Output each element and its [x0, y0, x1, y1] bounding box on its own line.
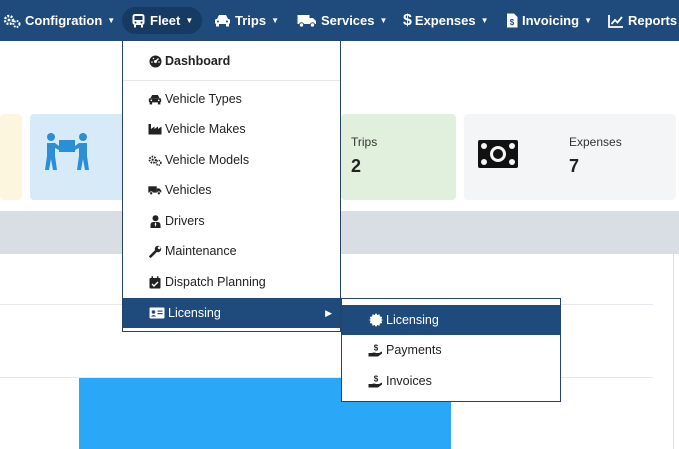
- hand-holding-usd-icon: $: [368, 375, 383, 388]
- car-icon: [148, 94, 162, 105]
- menu-item-label: Dashboard: [165, 54, 231, 68]
- id-card-icon: [148, 307, 165, 319]
- svg-text:$: $: [510, 18, 515, 27]
- dollar-icon: $: [403, 11, 412, 29]
- people-carry-icon: [44, 132, 90, 177]
- truck-icon: [297, 14, 317, 28]
- menu-item-label: Vehicle Makes: [165, 122, 246, 136]
- submenu-item-payments[interactable]: $ Payments: [342, 335, 560, 365]
- menu-item-label: Drivers: [165, 214, 205, 228]
- invoice-file-icon: $: [506, 13, 518, 28]
- caret-down-icon: ▼: [271, 16, 279, 25]
- car-icon: [214, 14, 231, 27]
- nav-services[interactable]: Services ▼: [297, 0, 387, 41]
- cogs-icon: [148, 154, 162, 167]
- nav-reports[interactable]: Reports: [608, 0, 677, 41]
- card-value: 2: [351, 156, 362, 176]
- nav-fleet[interactable]: Fleet ▼: [122, 7, 203, 34]
- nav-label-trips: Trips: [235, 13, 267, 28]
- menu-item-vehicle-models[interactable]: Vehicle Models: [123, 145, 340, 175]
- calendar-check-icon: [148, 275, 162, 289]
- menu-divider: [123, 80, 340, 81]
- truck-icon: [148, 185, 162, 196]
- menu-item-drivers[interactable]: Drivers: [123, 206, 340, 236]
- menu-item-label: Vehicle Models: [165, 153, 250, 167]
- caret-down-icon: ▼: [107, 16, 116, 25]
- licensing-submenu: Licensing $ Payments $ Invoices: [341, 298, 561, 402]
- nav-label-configration: Configration: [25, 13, 103, 28]
- stat-card-services: [30, 114, 125, 200]
- nav-label-expenses: Expenses: [414, 13, 476, 28]
- menu-item-vehicle-types[interactable]: Vehicle Types: [123, 84, 340, 114]
- gears-icon: [3, 14, 21, 28]
- fleet-dropdown-menu: Dashboard Vehicle Types Vehicle Makes Ve…: [122, 40, 341, 332]
- wrench-icon: [148, 245, 162, 258]
- stat-card-trips: Trips 2: [341, 114, 456, 200]
- menu-item-dashboard[interactable]: Dashboard: [123, 46, 340, 76]
- nav-label-fleet: Fleet: [150, 13, 181, 28]
- bus-icon: [131, 13, 146, 28]
- card-label: Trips: [351, 135, 378, 149]
- top-navbar: Configration ▼ Fleet ▼ Trips ▼ Services …: [0, 0, 679, 41]
- line-chart-icon: [608, 14, 624, 28]
- menu-item-licensing[interactable]: Licensing ▶: [123, 298, 340, 328]
- caret-down-icon: ▼: [185, 16, 194, 25]
- nav-invoicing[interactable]: $ Invoicing ▼: [506, 0, 592, 41]
- caret-right-icon: ▶: [325, 307, 332, 318]
- nav-label-invoicing: Invoicing: [522, 13, 580, 28]
- svg-text:$: $: [374, 375, 379, 384]
- menu-item-label: Dispatch Planning: [165, 275, 266, 289]
- nav-label-reports: Reports: [628, 13, 678, 28]
- certificate-icon: [368, 313, 383, 327]
- money-bill-icon: [477, 139, 519, 174]
- menu-item-maintenance[interactable]: Maintenance: [123, 236, 340, 266]
- caret-down-icon: ▼: [480, 16, 489, 25]
- nav-expenses[interactable]: $ Expenses ▼: [403, 0, 489, 41]
- submenu-item-invoices[interactable]: $ Invoices: [342, 366, 560, 396]
- menu-item-label: Licensing: [168, 306, 221, 320]
- caret-down-icon: ▼: [379, 16, 388, 25]
- menu-item-vehicles[interactable]: Vehicles: [123, 175, 340, 205]
- stat-card-partial: [0, 114, 22, 200]
- submenu-item-licensing[interactable]: Licensing: [342, 305, 560, 335]
- nav-trips[interactable]: Trips ▼: [214, 0, 279, 41]
- card-value: 7: [569, 156, 580, 176]
- nav-label-services: Services: [321, 13, 375, 28]
- menu-item-label: Vehicle Types: [165, 92, 242, 106]
- submenu-item-label: Payments: [386, 343, 442, 357]
- submenu-item-label: Invoices: [386, 374, 432, 388]
- svg-text:$: $: [374, 344, 379, 353]
- menu-item-vehicle-makes[interactable]: Vehicle Makes: [123, 114, 340, 144]
- menu-item-label: Maintenance: [165, 244, 237, 258]
- menu-item-dispatch-planning[interactable]: Dispatch Planning: [123, 267, 340, 297]
- card-label: Expenses: [569, 135, 622, 149]
- submenu-item-label: Licensing: [386, 313, 439, 327]
- tachometer-icon: [148, 55, 162, 68]
- nav-configration[interactable]: Configration ▼: [3, 0, 115, 41]
- industry-icon: [148, 123, 162, 135]
- stat-card-expenses: Expenses 7: [464, 114, 676, 200]
- user-tie-icon: [148, 214, 162, 228]
- caret-down-icon: ▼: [584, 16, 592, 25]
- hand-holding-usd-icon: $: [368, 344, 383, 357]
- menu-item-label: Vehicles: [165, 183, 212, 197]
